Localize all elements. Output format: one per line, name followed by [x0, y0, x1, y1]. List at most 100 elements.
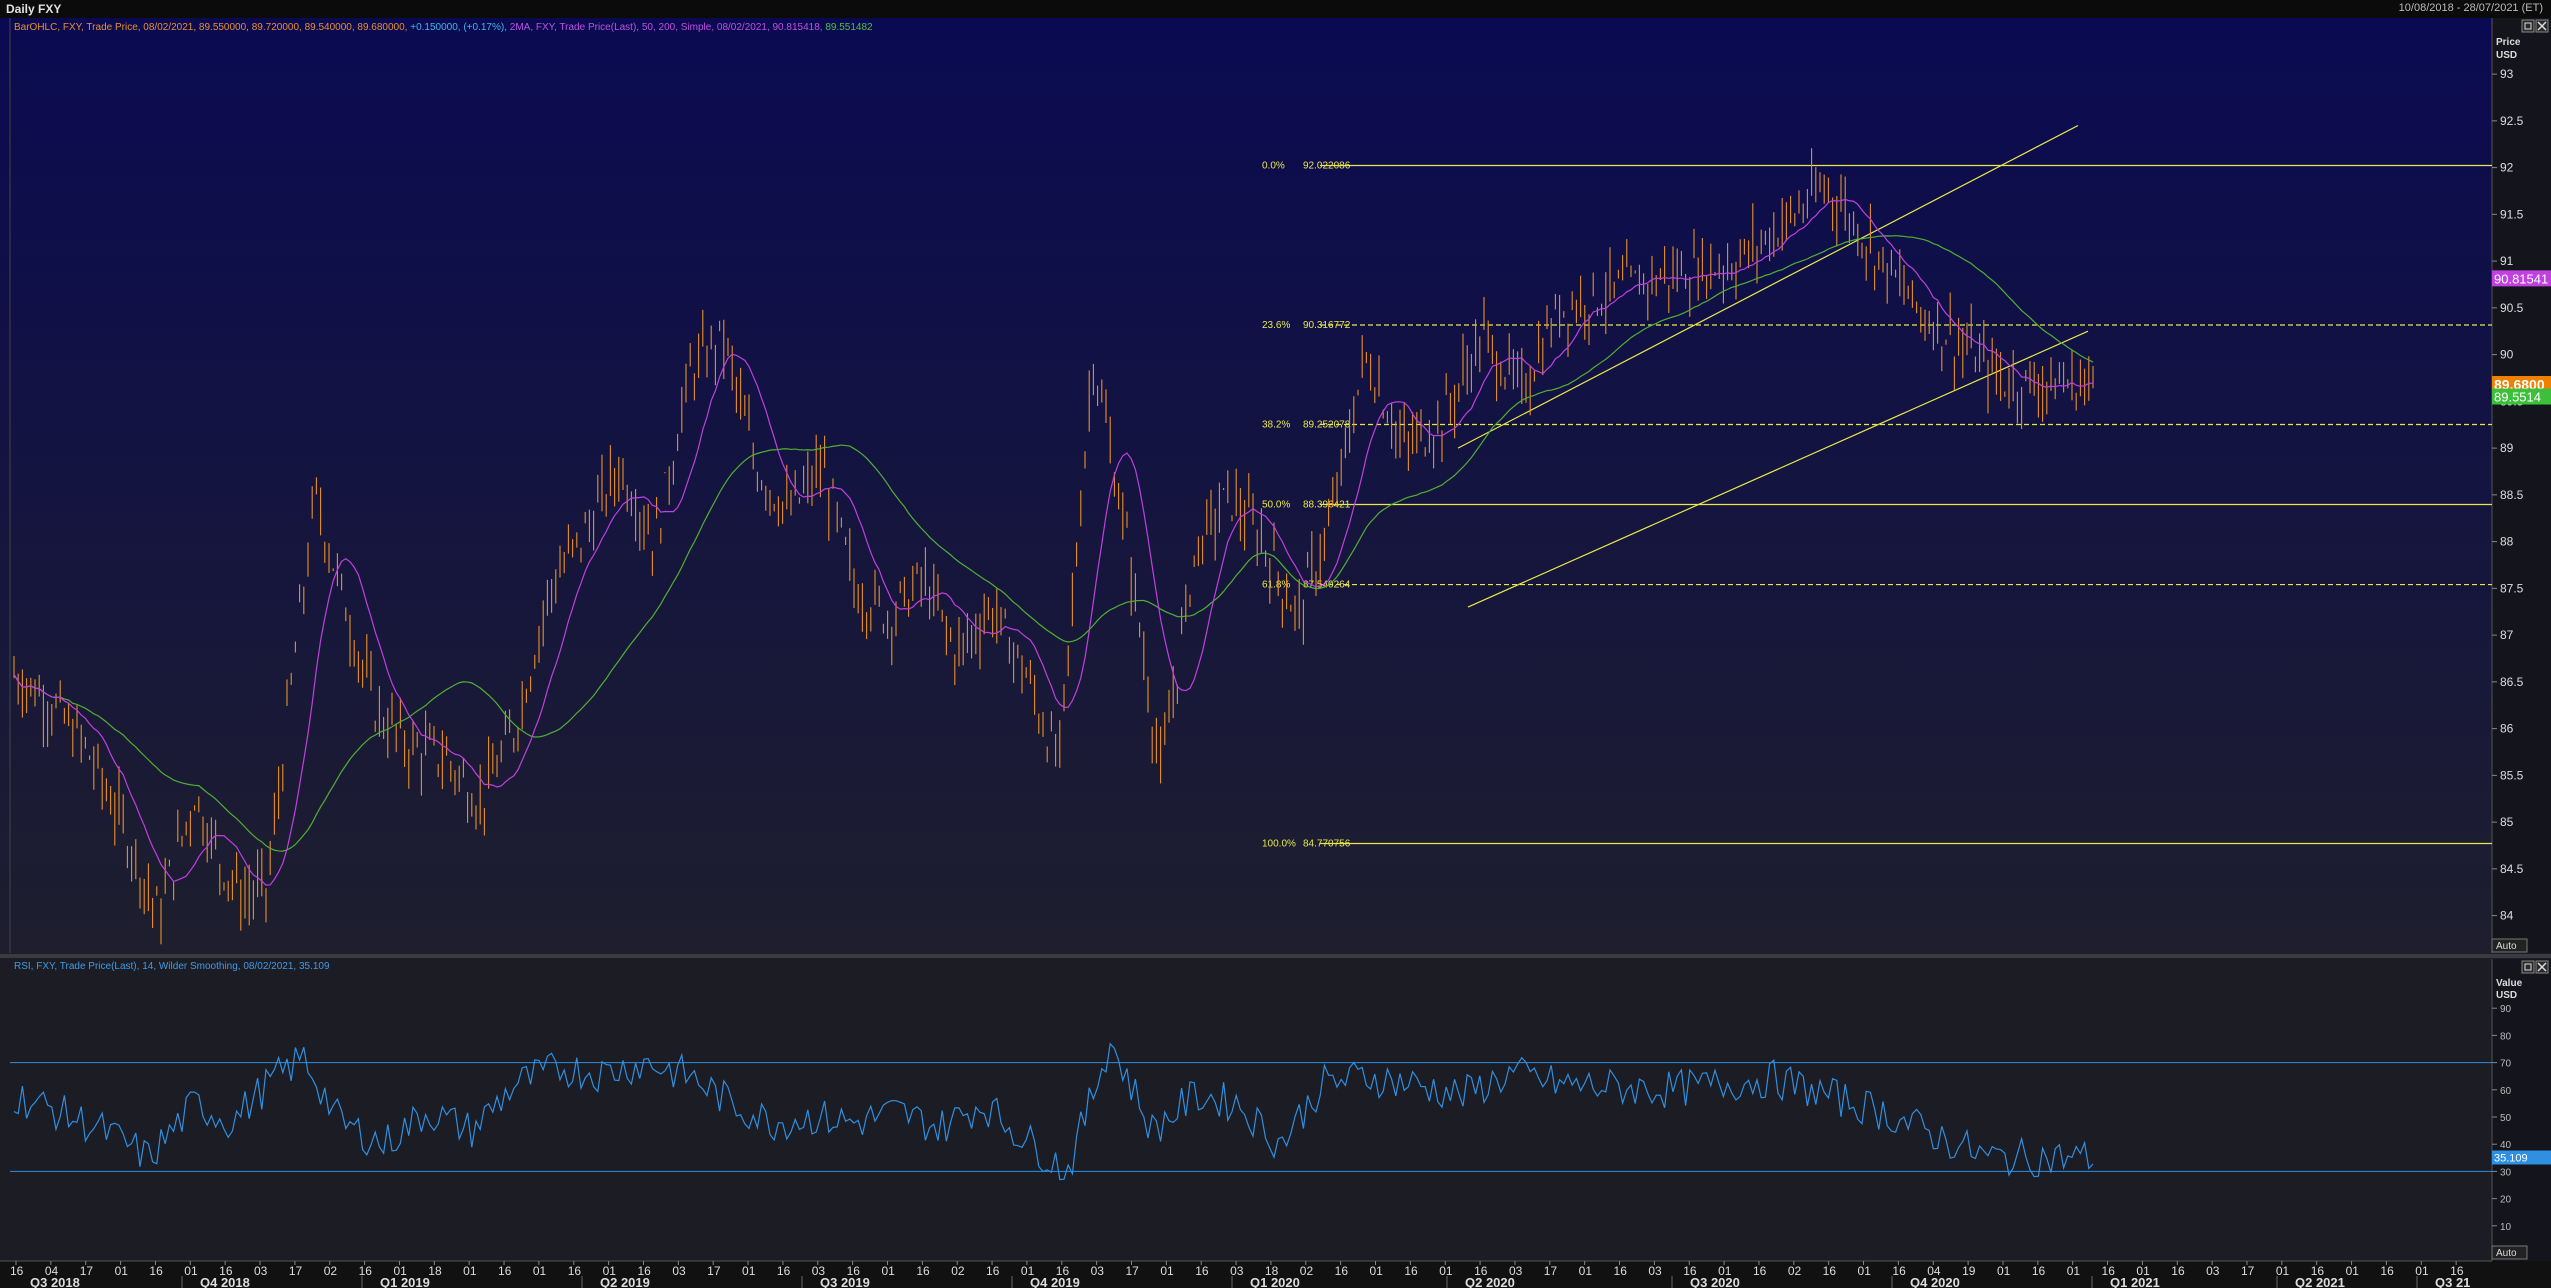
x-quarter-label: Q3 2020: [1690, 1275, 1740, 1288]
x-day-label: 16: [1753, 1264, 1767, 1278]
fib-level-value: 84.770756: [1303, 839, 1351, 850]
x-day-label: 03: [1091, 1264, 1105, 1278]
x-day-label: 18: [428, 1264, 442, 1278]
price-tick-label: 93: [2500, 67, 2514, 81]
x-day-label: 02: [951, 1264, 965, 1278]
x-day-label: 16: [1335, 1264, 1349, 1278]
price-axis-unit: USD: [2496, 50, 2517, 61]
price-tick-label: 85.5: [2500, 768, 2524, 782]
price-tick-label: 88.5: [2500, 488, 2524, 502]
price-tick-label: 91: [2500, 254, 2514, 268]
price-tick-label: 84.5: [2500, 862, 2524, 876]
fib-level-pct: 0.0%: [1262, 161, 1285, 172]
x-quarter-label: Q4 2018: [200, 1275, 250, 1288]
x-day-label: 01: [2276, 1264, 2290, 1278]
x-day-label: 01: [1997, 1264, 2011, 1278]
x-day-label: 17: [707, 1264, 721, 1278]
x-day-label: 01: [184, 1264, 198, 1278]
svg-text:90.81541: 90.81541: [2494, 271, 2548, 286]
x-day-label: 16: [2171, 1264, 2185, 1278]
price-tick-label: 87: [2500, 628, 2514, 642]
x-day-label: 02: [1788, 1264, 1802, 1278]
price-tick-label: 90.5: [2500, 301, 2524, 315]
price-auto-button[interactable]: Auto: [2491, 938, 2528, 953]
x-day-label: 17: [1544, 1264, 1558, 1278]
svg-text:35.109: 35.109: [2494, 1153, 2528, 1165]
x-day-label: 01: [2346, 1264, 2360, 1278]
x-day-label: 01: [1439, 1264, 1453, 1278]
x-day-label: 16: [2380, 1264, 2394, 1278]
fib-level-pct: 50.0%: [1262, 500, 1290, 511]
x-day-label: 16: [1892, 1264, 1906, 1278]
x-day-label: 03: [1230, 1264, 1244, 1278]
x-quarter-label: Q3 21: [2435, 1275, 2470, 1288]
rsi-panel-bg: [0, 959, 2492, 1261]
x-day-label: 03: [672, 1264, 686, 1278]
price-tick-label: 90: [2500, 348, 2514, 362]
x-day-label: 16: [568, 1264, 582, 1278]
rsi-axis-unit: USD: [2496, 990, 2517, 1001]
x-day-label: 17: [2241, 1264, 2255, 1278]
x-day-label: 02: [324, 1264, 338, 1278]
x-day-label: 16: [1195, 1264, 1209, 1278]
x-quarter-label: Q1 2019: [380, 1275, 430, 1288]
price-axis-bg: [2492, 18, 2551, 953]
rsi-tick-label: 30: [2500, 1167, 2512, 1178]
rsi-maximize-icon[interactable]: [2521, 960, 2535, 974]
rsi-tick-label: 80: [2500, 1031, 2512, 1042]
x-day-label: 01: [742, 1264, 756, 1278]
price-axis-title: Price: [2496, 37, 2521, 48]
x-day-label: 17: [289, 1264, 303, 1278]
rsi-tick-label: 60: [2500, 1086, 2512, 1097]
x-day-label: 16: [1614, 1264, 1628, 1278]
x-day-label: 03: [2206, 1264, 2220, 1278]
x-day-label: 16: [916, 1264, 930, 1278]
rsi-tick-label: 10: [2500, 1222, 2512, 1233]
x-day-label: 17: [80, 1264, 94, 1278]
x-quarter-label: Q1 2021: [2110, 1275, 2160, 1288]
x-day-label: 01: [1858, 1264, 1872, 1278]
close-icon[interactable]: [2535, 19, 2549, 33]
x-quarter-label: Q2 2021: [2295, 1275, 2345, 1288]
rsi-auto-button[interactable]: Auto: [2491, 1245, 2528, 1260]
x-quarter-label: Q1 2020: [1250, 1275, 1300, 1288]
svg-text:Auto: Auto: [2496, 941, 2517, 952]
price-tick-label: 86.5: [2500, 675, 2524, 689]
price-tick-label: 88: [2500, 535, 2514, 549]
x-day-label: 16: [10, 1264, 24, 1278]
x-day-label: 16: [498, 1264, 512, 1278]
title-bar: Daily FXY 10/08/2018 - 28/07/2021 (ET): [0, 0, 2551, 18]
rsi-close-icon[interactable]: [2535, 960, 2549, 974]
price-tick-label: 86: [2500, 722, 2514, 736]
x-day-label: 01: [1160, 1264, 1174, 1278]
maximize-icon[interactable]: [2521, 19, 2535, 33]
x-day-label: 01: [115, 1264, 129, 1278]
x-day-label: 01: [2415, 1264, 2429, 1278]
x-quarter-label: Q3 2019: [820, 1275, 870, 1288]
x-quarter-label: Q2 2020: [1465, 1275, 1515, 1288]
x-day-label: 16: [149, 1264, 163, 1278]
fib-level-value: 90.316772: [1303, 320, 1351, 331]
x-day-label: 16: [777, 1264, 791, 1278]
x-quarter-label: Q3 2018: [30, 1275, 80, 1288]
price-tick-label: 85: [2500, 815, 2514, 829]
window-title: Daily FXY: [6, 2, 62, 16]
rsi-tag: 35.109: [2492, 1150, 2551, 1165]
x-day-label: 01: [2067, 1264, 2081, 1278]
price-tick-label: 84: [2500, 909, 2514, 923]
x-day-label: 19: [1962, 1264, 1976, 1278]
svg-text:Auto: Auto: [2496, 1248, 2517, 1259]
price-tick-label: 92: [2500, 161, 2514, 175]
x-day-label: 03: [1648, 1264, 1662, 1278]
x-day-label: 17: [1125, 1264, 1139, 1278]
fib-level-value: 89.252078: [1303, 420, 1351, 431]
x-day-label: 01: [463, 1264, 477, 1278]
x-day-label: 16: [986, 1264, 1000, 1278]
rsi-tick-label: 90: [2500, 1004, 2512, 1015]
x-day-label: 16: [359, 1264, 373, 1278]
rsi-legend: RSI, FXY, Trade Price(Last), 14, Wilder …: [14, 961, 330, 972]
x-day-label: 01: [881, 1264, 895, 1278]
rsi-tick-label: 40: [2500, 1140, 2512, 1151]
price-tick-label: 92.5: [2500, 114, 2524, 128]
price-tick-label: 89: [2500, 441, 2514, 455]
